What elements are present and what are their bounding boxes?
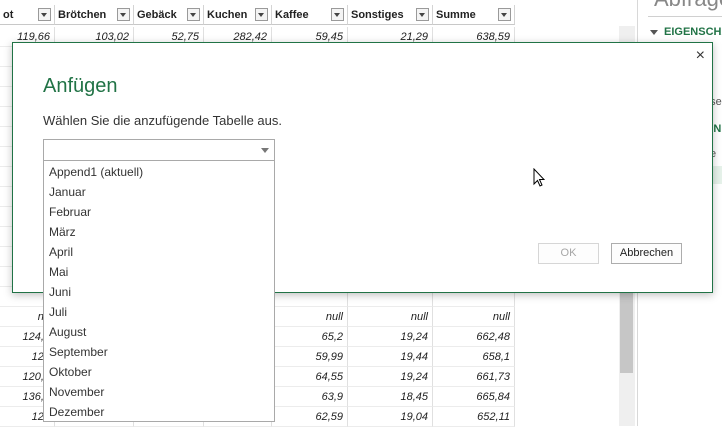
column-header[interactable]: Kuchen [204,5,272,25]
ok-button[interactable]: OK [538,243,599,264]
chevron-down-icon[interactable] [261,148,269,153]
filter-dropdown-icon[interactable] [416,8,429,21]
table-cell[interactable]: 62,59 [272,407,348,427]
properties-section-header[interactable]: EIGENSCHA [650,26,722,38]
table-cell[interactable]: 661,73 [433,367,515,387]
column-header[interactable]: Sonstiges [348,5,433,25]
table-cell[interactable]: null [272,307,348,327]
list-item[interactable]: November [49,382,104,402]
filter-dropdown-icon[interactable] [38,8,51,21]
list-item[interactable]: Januar [49,182,86,202]
list-item[interactable]: Februar [49,202,91,222]
filter-dropdown-icon[interactable] [187,8,200,21]
table-cell[interactable]: 64,55 [272,367,348,387]
column-header-label: ot [3,9,14,21]
list-item[interactable]: September [49,342,108,362]
table-select-combobox[interactable] [43,139,275,161]
pane-divider [648,16,722,17]
filter-dropdown-icon[interactable] [255,8,268,21]
cancel-button[interactable]: Abbrechen [611,243,682,264]
mouse-cursor-icon [533,168,545,187]
list-item[interactable]: Oktober [49,362,92,382]
filter-dropdown-icon[interactable] [498,8,511,21]
filter-dropdown-icon[interactable] [331,8,344,21]
list-item[interactable]: Mai [49,262,68,282]
column-header-label: Sonstiges [351,9,404,21]
table-cell[interactable]: 658,1 [433,347,515,367]
pane-title: Abfrage [654,0,722,12]
table-cell[interactable]: 63,9 [272,387,348,407]
scrollbar-thumb[interactable] [620,285,633,373]
table-cell[interactable]: 19,24 [348,327,433,347]
column-header[interactable]: ot [0,5,55,25]
list-item[interactable]: August [49,322,86,342]
column-header-label: Kuchen [207,9,248,21]
list-item[interactable]: April [49,242,73,262]
table-cell[interactable]: 665,84 [433,387,515,407]
dialog-prompt: Wählen Sie die anzufügende Tabelle aus. [43,113,282,128]
list-item[interactable]: Append1 (aktuell) [49,162,143,182]
column-header[interactable]: Gebäck [134,5,204,25]
table-cell[interactable]: 19,24 [348,367,433,387]
column-header[interactable]: Brötchen [55,5,134,25]
column-header-label: Gebäck [137,9,177,21]
table-cell[interactable]: 19,44 [348,347,433,367]
table-cell[interactable]: 662,48 [433,327,515,347]
table-cell[interactable]: 59,99 [272,347,348,367]
close-icon[interactable]: × [696,47,705,65]
filter-dropdown-icon[interactable] [117,8,130,21]
column-header-label: Brötchen [58,9,107,21]
list-item[interactable]: Juli [49,302,67,322]
table-cell[interactable]: 19,04 [348,407,433,427]
column-header[interactable]: Kaffee [272,5,348,25]
list-item[interactable]: Dezember [49,402,104,422]
column-header-label: Kaffee [275,9,309,21]
dialog-title: Anfügen [43,75,118,97]
table-cell[interactable]: 18,45 [348,387,433,407]
column-header-label: Summe [436,9,476,21]
table-cell[interactable]: 652,11 [433,407,515,427]
table-cell[interactable]: null [348,307,433,327]
table-options-list: Append1 (aktuell) Januar Februar März April M… [43,161,275,422]
list-item[interactable]: März [49,222,76,242]
table-cell[interactable]: 65,2 [272,327,348,347]
table-cell[interactable]: null [433,307,515,327]
list-item[interactable]: Juni [49,282,71,302]
column-header[interactable]: Summe [433,5,515,25]
